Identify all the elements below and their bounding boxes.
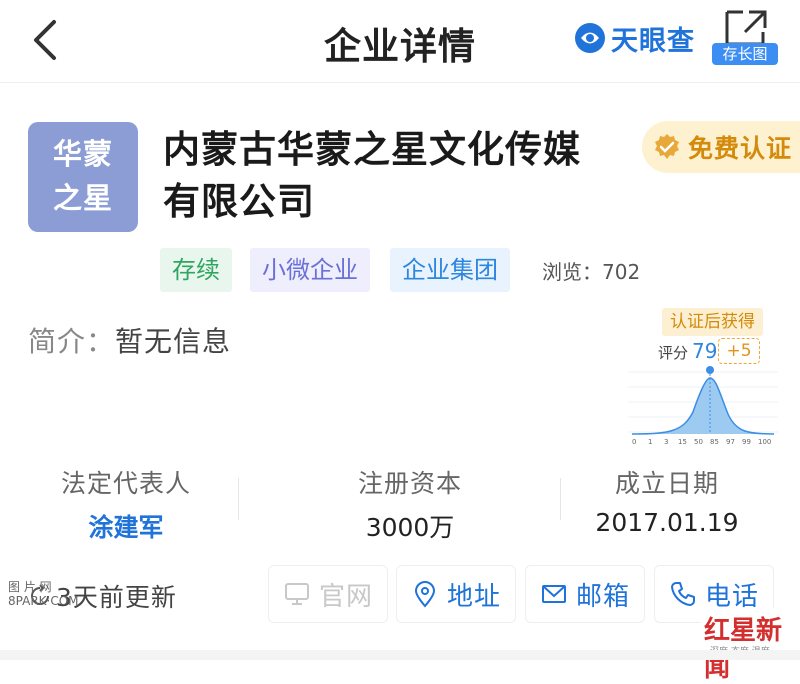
tianyancha-logo-icon: [575, 23, 605, 53]
bottom-bar: [0, 650, 800, 660]
tick-5: 85: [710, 438, 719, 446]
address-label: 地址: [446, 581, 501, 612]
address-button[interactable]: 地址: [396, 565, 516, 623]
tick-8: 100: [758, 438, 771, 446]
score-value: 79: [692, 339, 718, 363]
score-label: 评分: [658, 344, 689, 362]
score-bonus: +5: [718, 338, 760, 364]
score-distribution-chart: 0 1 3 15 50 85 97 99 100: [628, 366, 778, 446]
email-label: 邮箱: [575, 581, 630, 612]
website-label: 官网: [318, 581, 373, 612]
phone-label: 电话: [704, 581, 759, 612]
verified-badge-icon: [655, 134, 679, 159]
tag-enterprise-group[interactable]: 企业集团: [390, 248, 510, 292]
tag-small-micro: 小微企业: [250, 248, 370, 292]
stat-value: 2017.01.19: [595, 508, 739, 537]
tick-6: 97: [726, 438, 735, 446]
divider: [238, 478, 239, 520]
company-name: 内蒙古华蒙之星文化传媒 有限公司: [163, 124, 623, 228]
legal-representative-link[interactable]: 涂建军: [6, 508, 246, 544]
company-name-line-2: 有限公司: [163, 180, 315, 223]
stat-legal-representative: 法定代表人 涂建军: [6, 464, 246, 544]
email-button[interactable]: 邮箱: [525, 565, 645, 623]
intro-value: 暂无信息: [115, 325, 232, 358]
score-marker: [706, 366, 714, 374]
stat-label: 法定代表人: [60, 469, 191, 498]
free-certify-label: 免费认证: [688, 134, 793, 163]
monitor-icon: [284, 583, 309, 605]
brand-logo: 天眼查: [573, 18, 695, 58]
save-long-image-button[interactable]: 存长图: [712, 43, 778, 65]
company-intro: 简介：暂无信息: [28, 320, 231, 360]
logo-text-line-2: 之星: [52, 181, 113, 215]
watermark-left-top: 图 片 网: [8, 580, 52, 594]
brand-text: 天眼查: [611, 25, 695, 57]
mail-icon: [541, 585, 566, 603]
stat-label: 注册资本: [357, 469, 462, 498]
certify-reward-badge: 认证后获得: [662, 308, 763, 336]
watermark-left-bottom: 8PARK·COM: [8, 594, 79, 608]
stat-value: 3000万: [365, 513, 455, 542]
tick-3: 15: [678, 438, 687, 446]
logo-text-line-1: 华蒙: [52, 137, 113, 171]
company-logo: 华蒙 之星: [28, 122, 138, 232]
free-certify-button[interactable]: 免费认证: [642, 121, 800, 173]
location-pin-icon: [414, 581, 435, 608]
tick-2: 3: [664, 438, 668, 446]
top-bar: 企业详情 天眼查 存长图: [0, 0, 800, 83]
intro-label: 简介：: [28, 325, 116, 358]
watermark-left: 图 片 网 8PARK·COM: [8, 580, 79, 608]
tick-4: 50: [694, 438, 703, 446]
view-count: 浏览：702: [542, 260, 641, 284]
stat-founded-date: 成立日期 2017.01.19: [547, 464, 787, 537]
phone-icon: [670, 582, 695, 606]
tick-1: 1: [648, 438, 652, 446]
score-widget[interactable]: 认证后获得 评分 79 +5 0 1 3 15 50 85 97 99 100: [628, 306, 778, 446]
company-name-line-1: 内蒙古华蒙之星文化传媒: [163, 128, 581, 171]
tick-7: 99: [742, 438, 751, 446]
website-button[interactable]: 官网: [268, 565, 388, 623]
tick-0: 0: [632, 438, 636, 446]
status-badge-active: 存续: [160, 248, 232, 292]
stat-registered-capital: 注册资本 3000万: [290, 464, 530, 544]
stat-label: 成立日期: [614, 469, 719, 498]
